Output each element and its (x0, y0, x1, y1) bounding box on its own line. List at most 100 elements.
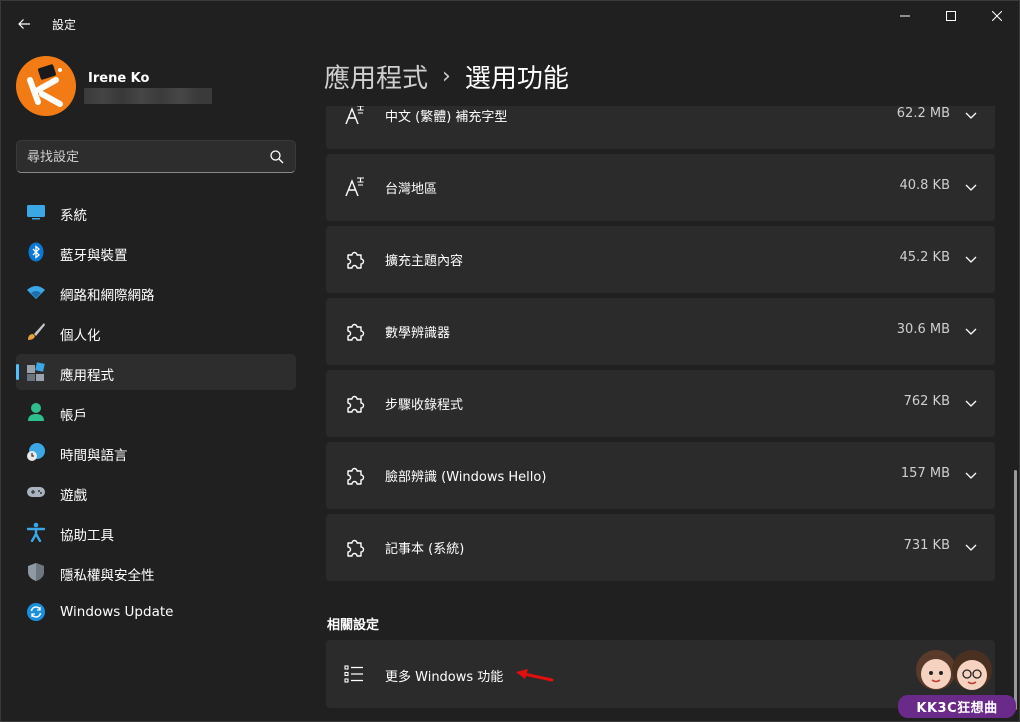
feature-name: 記事本 (系統) (385, 542, 465, 557)
search-input[interactable] (27, 147, 267, 167)
sidebar-item-label: 網路和網際網路 (60, 288, 155, 304)
sidebar-item-accounts[interactable]: 帳戶 (16, 394, 296, 430)
maximize-button[interactable] (928, 0, 974, 32)
page-title: 選用功能 (464, 63, 569, 94)
feature-card[interactable]: 台灣地區 40.8 KB (326, 154, 995, 221)
title-bar: 設定 (0, 0, 1020, 48)
search-box[interactable] (16, 140, 296, 173)
sidebar-item-label: 遊戲 (60, 488, 87, 504)
chevron-down-icon[interactable] (964, 396, 978, 410)
more-windows-features-label: 更多 Windows 功能 (385, 670, 504, 685)
cartoon-couple-icon (916, 650, 992, 690)
feature-name: 擴充主題內容 (385, 254, 464, 269)
red-arrow-annotation-icon (516, 669, 554, 682)
maximize-icon (946, 11, 956, 21)
puzzle-icon (347, 467, 365, 485)
account-icon (26, 402, 46, 422)
sidebar-item-label: 應用程式 (60, 368, 114, 384)
puzzle-icon (347, 539, 365, 557)
feature-size: 731 KB (903, 538, 950, 553)
puzzle-icon (347, 251, 365, 269)
watermark-text: KK3C狂想曲 (898, 695, 1016, 718)
breadcrumb: 應用程式 › 選用功能 (324, 56, 569, 96)
optional-features-list: 中文 (繁體) 補充字型 62.2 MB 台灣地區 40.8 KB 擴充主題內容… (326, 106, 996, 722)
feature-size: 157 MB (900, 466, 950, 481)
sidebar-item-time-language[interactable]: 時間與語言 (16, 434, 296, 470)
sidebar-item-label: Windows Update (60, 604, 174, 620)
puzzle-icon (347, 395, 365, 413)
sidebar-item-privacy[interactable]: 隱私權與安全性 (16, 554, 296, 590)
chevron-down-icon[interactable] (964, 108, 978, 122)
gamepad-icon (26, 482, 46, 502)
user-email-blurred (84, 88, 212, 104)
user-name: Irene Ko (88, 71, 150, 86)
related-settings-heading: 相關設定 (327, 618, 380, 633)
wifi-icon (26, 282, 46, 302)
feature-size: 45.2 KB (899, 250, 950, 265)
minimize-icon (900, 15, 910, 17)
chevron-down-icon[interactable] (964, 468, 978, 482)
feature-size: 62.2 MB (896, 106, 950, 121)
back-arrow-icon (18, 19, 30, 29)
list-icon (344, 665, 363, 683)
feature-card[interactable]: 數學辨識器 30.6 MB (326, 298, 995, 365)
font-icon (345, 177, 364, 197)
sidebar-item-network[interactable]: 網路和網際網路 (16, 274, 296, 310)
sidebar-item-system[interactable]: 系統 (16, 194, 296, 230)
font-icon (345, 106, 364, 125)
sidebar-item-label: 協助工具 (60, 528, 114, 544)
bluetooth-icon (26, 242, 46, 262)
sidebar-item-label: 個人化 (60, 328, 101, 344)
feature-size: 40.8 KB (899, 178, 950, 193)
avatar (16, 56, 76, 116)
chevron-down-icon[interactable] (964, 540, 978, 554)
feature-card[interactable]: 臉部辨識 (Windows Hello) 157 MB (326, 442, 995, 509)
feature-size: 30.6 MB (896, 322, 950, 337)
paintbrush-icon (26, 322, 46, 342)
sidebar-item-apps[interactable]: 應用程式 (16, 354, 296, 390)
user-profile[interactable]: Irene Ko (16, 56, 296, 118)
app-title: 設定 (52, 18, 77, 32)
sidebar-item-windows-update[interactable]: Windows Update (16, 594, 296, 630)
system-icon (26, 202, 46, 222)
sidebar-item-bluetooth[interactable]: 藍牙與裝置 (16, 234, 296, 270)
accessibility-icon (26, 522, 46, 542)
sidebar-item-label: 時間與語言 (60, 448, 128, 464)
time-language-icon (26, 442, 46, 462)
minimize-button[interactable] (882, 0, 928, 32)
chevron-down-icon[interactable] (964, 324, 978, 338)
sidebar-nav: 系統 藍牙與裝置 網路和網際網路 個人化 應用程式 帳戶 時間與語言 遊戲 協助… (16, 194, 296, 634)
more-windows-features-link[interactable]: 更多 Windows 功能 (326, 640, 995, 708)
chevron-down-icon[interactable] (964, 252, 978, 266)
feature-card[interactable]: 擴充主題內容 45.2 KB (326, 226, 995, 293)
sidebar-item-label: 帳戶 (60, 408, 87, 424)
sidebar-item-label: 藍牙與裝置 (60, 248, 128, 264)
feature-size: 762 KB (903, 394, 950, 409)
search-icon[interactable] (269, 149, 285, 165)
feature-card[interactable]: 步驟收錄程式 762 KB (326, 370, 995, 437)
sidebar-item-accessibility[interactable]: 協助工具 (16, 514, 296, 550)
breadcrumb-parent[interactable]: 應用程式 (324, 58, 428, 95)
avatar-logo-icon (27, 64, 63, 107)
feature-name: 數學辨識器 (385, 326, 451, 341)
feature-card[interactable]: 記事本 (系統) 731 KB (326, 514, 995, 581)
watermark: KK3C狂想曲 (898, 640, 1016, 720)
feature-name: 台灣地區 (385, 182, 438, 197)
back-button[interactable] (10, 10, 38, 38)
chevron-down-icon[interactable] (964, 180, 978, 194)
close-icon (992, 11, 1002, 21)
breadcrumb-separator: › (442, 63, 451, 89)
shield-icon (26, 562, 46, 582)
feature-name: 臉部辨識 (Windows Hello) (385, 470, 547, 485)
feature-name: 中文 (繁體) 補充字型 (385, 110, 508, 125)
feature-name: 步驟收錄程式 (385, 398, 464, 413)
sidebar-item-label: 隱私權與安全性 (60, 568, 155, 584)
feature-card[interactable]: 中文 (繁體) 補充字型 62.2 MB (326, 106, 995, 149)
update-icon (26, 602, 46, 622)
sidebar-item-gaming[interactable]: 遊戲 (16, 474, 296, 510)
sidebar-item-personalization[interactable]: 個人化 (16, 314, 296, 350)
apps-icon (26, 362, 46, 382)
sidebar-item-label: 系統 (60, 208, 87, 224)
puzzle-icon (347, 323, 365, 341)
close-button[interactable] (974, 0, 1020, 32)
